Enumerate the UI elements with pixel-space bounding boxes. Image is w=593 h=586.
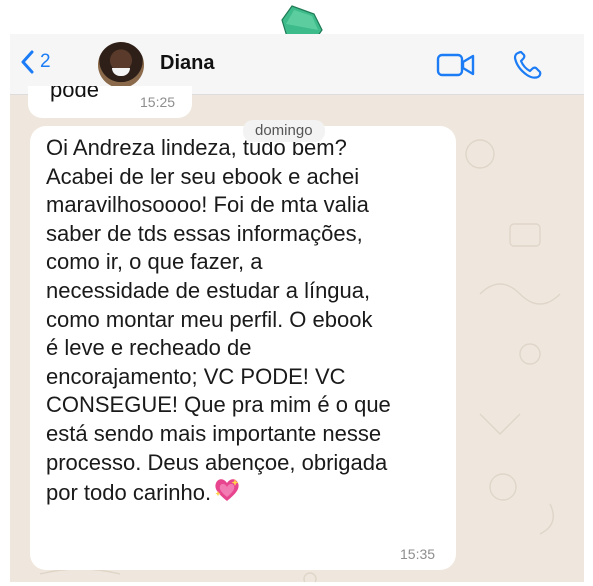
video-call-icon[interactable]	[436, 52, 476, 78]
previous-message-bubble: pode 15:25	[28, 86, 192, 118]
previous-message-time: 15:25	[140, 94, 176, 110]
message-time: 15:35	[400, 546, 436, 562]
sparkling-heart-icon	[215, 479, 239, 502]
unread-count: 2	[40, 51, 51, 72]
chat-window: 2 Diana pode 15:25 Oi Andreza lindeza, t…	[10, 34, 584, 582]
avatar[interactable]	[98, 42, 144, 88]
message-text: Oi Andreza lindeza, tudo bem? Acabei de …	[46, 134, 454, 508]
contact-name[interactable]: Diana	[160, 52, 214, 75]
phone-icon[interactable]	[512, 50, 544, 80]
back-button[interactable]: 2	[20, 50, 51, 74]
previous-message-text: pode	[50, 86, 99, 102]
date-separator: domingo	[243, 120, 325, 142]
chevron-left-icon	[21, 50, 34, 74]
message-bubble[interactable]: Oi Andreza lindeza, tudo bem? Acabei de …	[30, 126, 456, 570]
message-body: Oi Andreza lindeza, tudo bem? Acabei de …	[46, 135, 391, 506]
